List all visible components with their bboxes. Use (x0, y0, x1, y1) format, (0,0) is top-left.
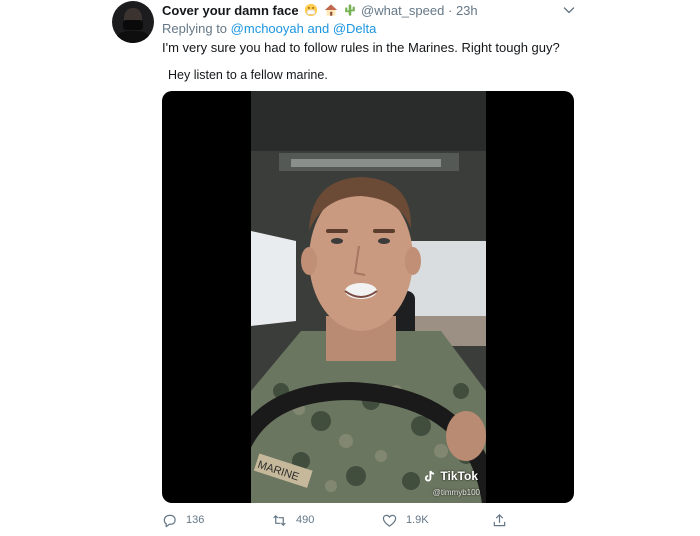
share-icon (493, 513, 506, 526)
like-action[interactable]: 1.9K (382, 509, 429, 531)
face-with-mask-emoji (305, 3, 318, 17)
media-card[interactable]: Hey listen to a fellow marine. MARINE Ti… (162, 60, 574, 506)
retweet-action[interactable]: 490 (272, 509, 314, 531)
replying-to: Replying to @mchooyah and @Delta (162, 20, 376, 38)
tiktok-username: @timmyb100 (432, 488, 480, 497)
video-still: MARINE (251, 91, 486, 503)
separator-dot: · (447, 3, 453, 18)
user-avatar[interactable] (112, 1, 154, 43)
retweet-icon (273, 514, 286, 526)
tiktok-logo-icon (425, 470, 435, 482)
user-handle[interactable]: @what_speed (361, 3, 444, 18)
display-name[interactable]: Cover your damn face (162, 3, 299, 18)
retweet-count: 490 (296, 514, 315, 526)
media-caption: Hey listen to a fellow marine. (168, 68, 328, 82)
reply-action[interactable]: 136 (162, 509, 204, 531)
timestamp[interactable]: 23h (456, 3, 478, 18)
tweet-header: Cover your damn face @what_speed · 23h (162, 2, 590, 20)
house-emoji (324, 4, 337, 16)
avatar-body (116, 31, 150, 43)
tweet-text: I'm very sure you had to follow rules in… (162, 40, 560, 55)
video-player[interactable]: MARINE TikTok @timmyb100 (162, 91, 574, 503)
like-count: 1.9K (406, 514, 429, 526)
mention-link-mchooyah[interactable]: @mchooyah (231, 21, 304, 36)
reply-joiner: and (307, 21, 330, 36)
reply-count: 136 (186, 514, 205, 526)
avatar-mask (123, 20, 143, 30)
reply-icon (163, 514, 176, 527)
heart-icon (382, 514, 397, 527)
chevron-down-icon[interactable] (562, 3, 576, 17)
video-frame: MARINE TikTok @timmyb100 (251, 91, 486, 503)
share-action[interactable] (492, 509, 516, 531)
replying-prefix: Replying to (162, 21, 228, 36)
tiktok-brand: TikTok (440, 469, 478, 483)
cactus-emoji (345, 4, 356, 16)
mention-link-delta[interactable]: @Delta (333, 21, 377, 36)
tiktok-watermark: TikTok (424, 469, 478, 483)
tweet-actions: 136 490 1.9K (162, 509, 562, 531)
